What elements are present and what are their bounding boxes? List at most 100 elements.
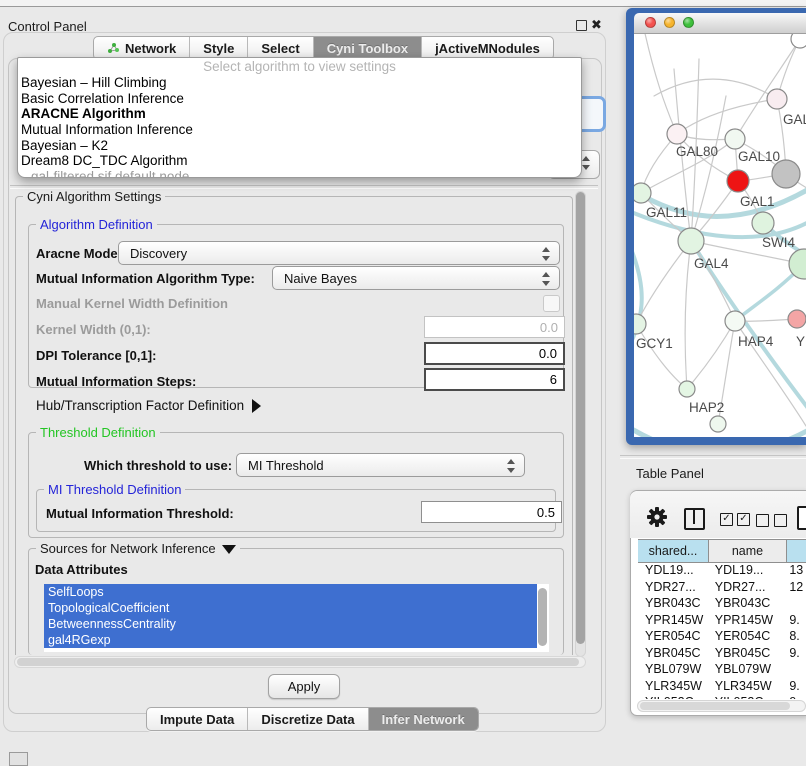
kernel-width-field[interactable]: 0.0 [424,316,565,338]
network-node-hap2[interactable] [679,381,695,397]
zoom-traffic-light[interactable] [683,17,694,28]
network-window-titlebar[interactable] [634,13,806,34]
select-all-columns-icon[interactable]: ✓ ✓ [720,513,750,526]
minimize-traffic-light[interactable] [664,17,675,28]
network-node-gal[interactable] [767,89,787,109]
column-header-name[interactable]: name [709,540,787,562]
tab-style[interactable]: Style [190,37,248,59]
table-header-row: shared...name [638,539,806,563]
float-window-icon[interactable] [576,20,587,31]
expand-arrow-icon[interactable] [222,545,236,554]
table-row[interactable]: YDR27...YDR27...12 [638,579,806,596]
edge [636,241,691,324]
table-cell: YER054C [638,629,708,643]
dpi-tolerance-field[interactable]: 0.0 [424,342,565,365]
table-cell: YPR145W [638,613,708,627]
table-cell: YIL052C [708,695,785,699]
dropdown-item[interactable]: Bayesian – Hill Climbing [18,75,581,91]
network-node[interactable] [710,416,726,432]
network-node-gal11[interactable] [634,183,651,203]
network-node[interactable] [772,160,800,188]
attribute-list-item[interactable]: BetweennessCentrality [44,616,537,632]
aracne-mode-label: Aracne Mode: [36,246,122,261]
hub-definition-toggle[interactable]: Hub/Transcription Factor Definition [36,398,261,413]
column-layout-icon[interactable] [684,508,705,530]
dropdown-item[interactable]: ARACNE Algorithm [18,106,581,122]
attribute-list-item[interactable]: TopologicalCoefficient [44,600,537,616]
network-canvas[interactable]: GALGAL80GAL10GAL1GAL11SWI4GAL4GCY1HAP4YH… [634,34,806,437]
table-row[interactable]: YBL079WYBL079W [638,661,806,678]
collapsed-panel-icon[interactable] [9,752,28,766]
attribute-list-item[interactable]: gal4RGexp [44,632,537,648]
mi-threshold-field[interactable]: 0.5 [421,501,562,523]
network-node-y[interactable] [788,310,806,328]
table-cell: YDL19... [708,563,785,577]
network-node-gcy1[interactable] [634,314,646,334]
node-label: GAL80 [676,144,718,159]
network-node-gal1[interactable] [727,170,749,192]
aracne-mode-combobox[interactable]: Discovery [118,241,560,265]
network-node-gal4[interactable] [678,228,704,254]
network-node-hap4[interactable] [725,311,745,331]
network-node-gal80[interactable] [667,124,687,144]
table-row[interactable]: YPR145WYPR145W9. [638,612,806,629]
settings-vscrollbar-thumb[interactable] [576,192,585,644]
table-rows: YDL19...YDL19...13YDR27...YDR27...12YBR0… [638,562,806,699]
deselect-all-columns-icon[interactable] [756,514,787,527]
column-header[interactable] [787,540,806,562]
list-vscrollbar-thumb[interactable] [538,588,547,646]
collapse-arrow-icon [252,399,261,413]
manual-kernel-checkbox[interactable] [543,295,560,312]
gear-icon[interactable] [646,506,668,528]
dropdown-item[interactable]: Bayesian – K2 [18,138,581,154]
tab-discretize-data[interactable]: Discretize Data [248,708,368,730]
table-cell: YDR27... [708,580,785,594]
table-row[interactable]: YBR045CYBR045C9. [638,645,806,662]
table-row[interactable]: YDL19...YDL19...13 [638,562,806,579]
dropdown-item[interactable]: Mutual Information Inference [18,122,581,138]
tab-infer-network[interactable]: Infer Network [369,708,478,730]
tab-jactivemnodules[interactable]: jActiveMNodules [422,37,553,59]
table-row[interactable]: YER054CYER054C8. [638,628,806,645]
combo-spinner-icon [507,459,516,473]
unchecked-box-icon [774,514,787,527]
dropdown-item[interactable]: Basic Correlation Inference [18,91,581,107]
table-cell: YBR045C [638,646,708,660]
mi-threshold-group-title: MI Threshold Definition [44,482,185,497]
close-traffic-light[interactable] [645,17,656,28]
mi-type-combobox[interactable]: Naive Bayes [272,266,560,290]
mi-steps-field[interactable]: 6 [424,368,565,391]
tab-impute-data[interactable]: Impute Data [147,708,248,730]
which-threshold-label: Which threshold to use: [84,458,232,473]
dropdown-item[interactable]: Dream8 DC_TDC Algorithm [18,153,581,169]
network-node-swi4[interactable] [752,212,774,234]
network-node[interactable] [791,34,806,48]
attribute-list-item[interactable]: SelfLoops [44,584,537,600]
table-panel-divider [620,455,806,459]
table-hscrollbar-thumb[interactable] [640,702,790,710]
column-header-shared[interactable]: shared... [638,540,709,562]
dropdown-prompt[interactable]: Select algorithm to view settings [18,58,581,75]
table-row[interactable]: YBR043CYBR043C [638,595,806,612]
combo-spinner-icon [542,247,551,261]
edge [687,321,735,389]
data-attributes-list[interactable]: SelfLoopsTopologicalCoefficientBetweenne… [44,584,549,652]
new-column-icon[interactable] [797,506,806,530]
settings-hscrollbar-thumb[interactable] [17,658,579,666]
sources-title-text: Sources for Network Inference [40,541,216,556]
tab-select[interactable]: Select [248,37,313,59]
algorithm-definition-title: Algorithm Definition [36,217,157,232]
table-row[interactable]: YIL052CYIL052C9 [638,694,806,699]
dpi-tolerance-label: DPI Tolerance [0,1]: [36,348,156,363]
cyni-settings-group-title: Cyni Algorithm Settings [23,189,165,204]
which-threshold-combobox[interactable]: MI Threshold [236,453,525,477]
data-attributes-label: Data Attributes [35,562,128,577]
apply-button[interactable]: Apply [268,674,340,699]
node-label: HAP4 [738,334,774,349]
tab-cyni-toolbox[interactable]: Cyni Toolbox [314,37,422,59]
tab-network[interactable]: Network [94,37,190,59]
network-node-gal10[interactable] [725,129,745,149]
tab-label: Network [125,41,176,56]
table-row[interactable]: YLR345WYLR345W9. [638,678,806,695]
close-icon[interactable]: ✖ [591,17,602,33]
